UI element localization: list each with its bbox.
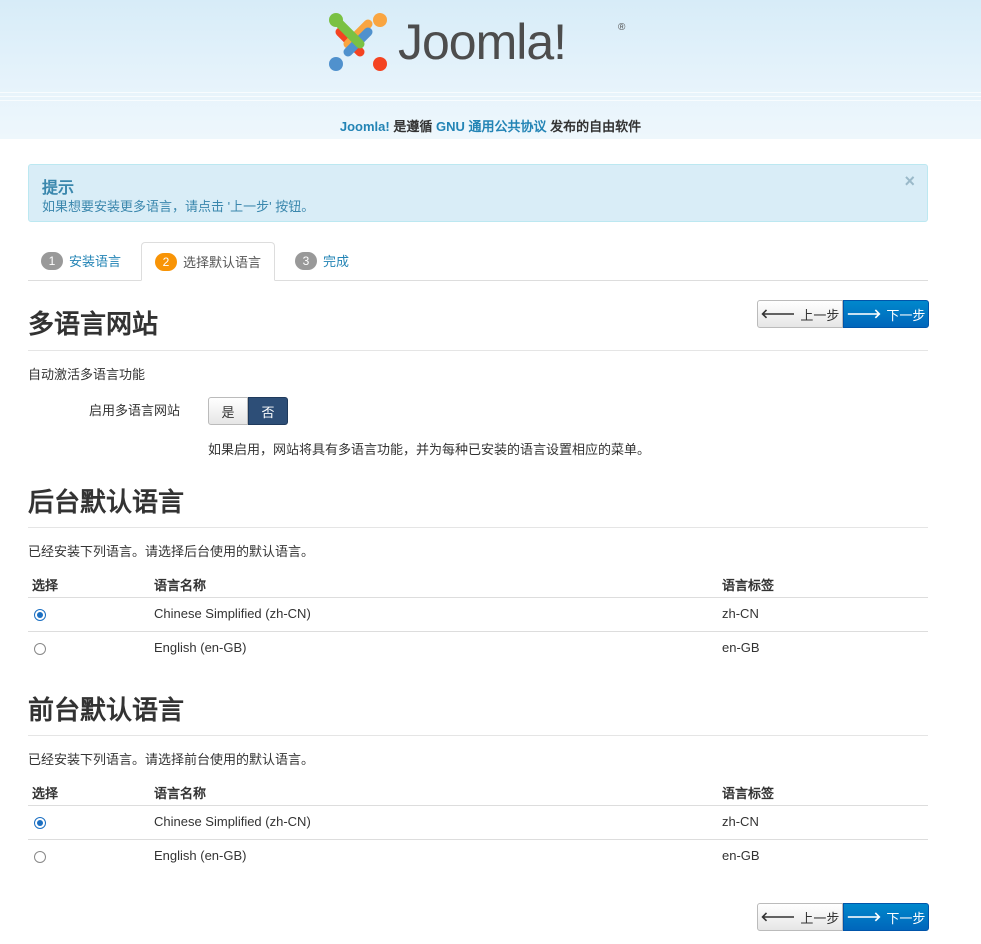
arrow-left-icon: 🡐 <box>760 909 796 924</box>
top-nav-buttons: 🡐 上一步 🡒 下一步 <box>757 300 929 328</box>
multilang-help-text: 如果启用，网站将具有多语言功能，并为每种已安装的语言设置相应的菜单。 <box>208 442 651 457</box>
next-button[interactable]: 🡒 下一步 <box>843 903 929 931</box>
tagline-text-2: 发布的自由软件 <box>546 119 642 134</box>
multilang-no-option[interactable]: 否 <box>248 397 288 425</box>
info-alert: 提示 如果想要安装更多语言，请点击 '上一步' 按钮。 × <box>28 164 928 222</box>
language-name: English (en-GB) <box>154 640 247 655</box>
admin-language-radio-en-gb[interactable] <box>34 643 46 655</box>
prev-button-label: 上一步 <box>800 910 840 926</box>
step-badge: 1 <box>41 251 63 270</box>
section-title-admin-language: 后台默认语言 <box>28 487 185 517</box>
column-header-tag: 语言标签 <box>722 786 775 801</box>
language-name: Chinese Simplified (zh-CN) <box>154 606 311 621</box>
step-badge: 2 <box>155 252 177 271</box>
bottom-nav-buttons: 🡐 上一步 🡒 下一步 <box>757 903 929 931</box>
arrow-right-icon: 🡒 <box>846 306 882 321</box>
gnu-license-link[interactable]: GNU 通用公共协议 <box>436 119 547 134</box>
divider <box>28 735 928 736</box>
tab-install-language[interactable]: 1 安装语言 <box>28 242 134 279</box>
admin-language-table: 选择 语言名称 语言标签 Chinese Simplified (zh-CN) … <box>28 575 928 667</box>
section-title-multilang: 多语言网站 <box>28 309 159 339</box>
language-tag: zh-CN <box>722 606 759 621</box>
joomla-link[interactable]: Joomla! <box>340 119 390 134</box>
language-name: English (en-GB) <box>154 848 247 863</box>
tab-label: 安装语言 <box>69 254 122 269</box>
tagline-text-1: 是遵循 <box>389 119 436 134</box>
alert-message: 如果想要安装更多语言，请点击 '上一步' 按钮。 <box>42 199 315 214</box>
multilang-yes-option[interactable]: 是 <box>208 397 248 425</box>
section-title-site-language: 前台默认语言 <box>28 695 185 725</box>
tab-finish[interactable]: 3 完成 <box>282 242 362 279</box>
admin-language-radio-zh-cn[interactable] <box>34 609 46 621</box>
arrow-right-icon: 🡒 <box>846 909 882 924</box>
table-row[interactable]: Chinese Simplified (zh-CN) zh-CN <box>28 597 928 632</box>
table-row[interactable]: Chinese Simplified (zh-CN) zh-CN <box>28 805 928 840</box>
site-language-radio-zh-cn[interactable] <box>34 817 46 829</box>
prev-button[interactable]: 🡐 上一步 <box>757 903 843 931</box>
tab-label: 选择默认语言 <box>183 255 262 270</box>
column-header-select: 选择 <box>32 578 59 593</box>
alert-title: 提示 <box>42 180 75 197</box>
joomla-logo: Joomla! ® <box>326 10 626 74</box>
tagline: Joomla! 是遵循 GNU 通用公共协议 发布的自由软件 <box>0 116 981 135</box>
step-badge: 3 <box>295 251 317 270</box>
column-header-select: 选择 <box>32 786 59 801</box>
site-language-table: 选择 语言名称 语言标签 Chinese Simplified (zh-CN) … <box>28 783 928 875</box>
multilang-toggle: 是 否 <box>208 397 288 425</box>
next-button-label: 下一步 <box>886 307 926 323</box>
arrow-left-icon: 🡐 <box>760 306 796 321</box>
language-name: Chinese Simplified (zh-CN) <box>154 814 311 829</box>
site-language-radio-en-gb[interactable] <box>34 851 46 863</box>
language-tag: zh-CN <box>722 814 759 829</box>
logo-wordmark: Joomla! <box>398 14 567 70</box>
close-icon[interactable]: × <box>904 171 915 192</box>
column-header-tag: 语言标签 <box>722 578 775 593</box>
next-button-label: 下一步 <box>886 910 926 926</box>
language-tag: en-GB <box>722 848 760 863</box>
divider <box>28 350 928 351</box>
prev-button-label: 上一步 <box>800 307 840 323</box>
column-header-name: 语言名称 <box>154 786 207 801</box>
tab-select-default-language[interactable]: 2 选择默认语言 <box>141 242 276 281</box>
multilang-field-label: 启用多语言网站 <box>89 403 181 418</box>
table-row[interactable]: English (en-GB) en-GB <box>28 631 928 666</box>
admin-language-desc: 已经安装下列语言。请选择后台使用的默认语言。 <box>28 544 315 559</box>
next-button[interactable]: 🡒 下一步 <box>843 300 929 328</box>
divider <box>28 527 928 528</box>
multilang-subtitle: 自动激活多语言功能 <box>28 367 146 382</box>
joomla-logo-icon <box>329 13 387 71</box>
tab-label: 完成 <box>323 254 350 269</box>
prev-button[interactable]: 🡐 上一步 <box>757 300 843 328</box>
page-header: Joomla! ® Joomla! 是遵循 GNU 通用公共协议 发布的自由软件 <box>0 0 981 139</box>
site-language-desc: 已经安装下列语言。请选择前台使用的默认语言。 <box>28 752 315 767</box>
table-row[interactable]: English (en-GB) en-GB <box>28 839 928 874</box>
column-header-name: 语言名称 <box>154 578 207 593</box>
language-tag: en-GB <box>722 640 760 655</box>
registered-mark: ® <box>618 22 626 33</box>
install-steps-tabs: 1 安装语言 2 选择默认语言 3 完成 <box>28 242 928 281</box>
